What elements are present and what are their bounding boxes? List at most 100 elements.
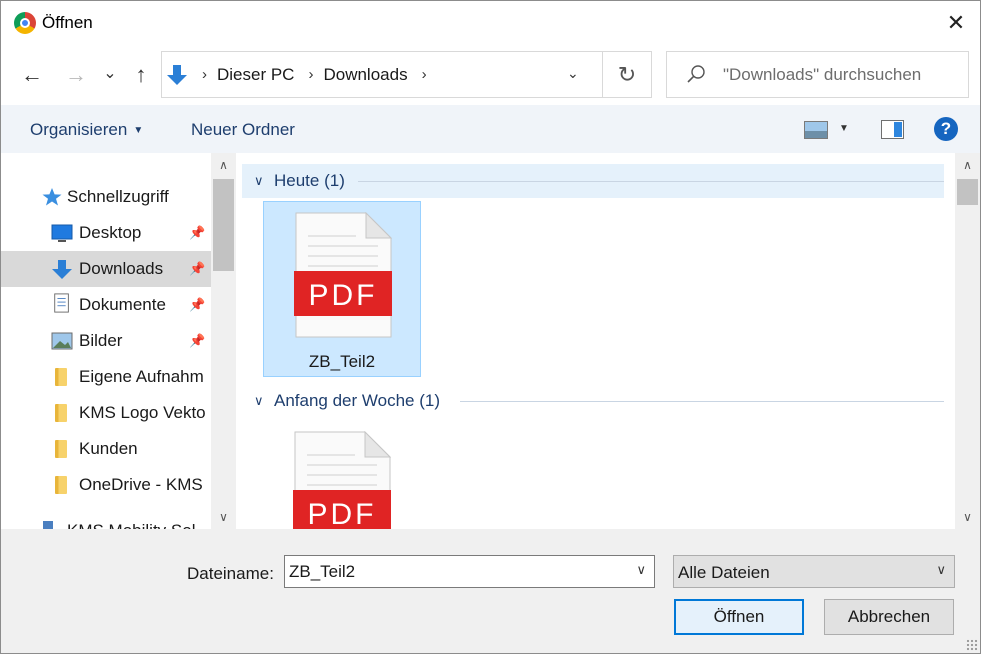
- search-input[interactable]: [723, 60, 963, 90]
- chevron-down-icon: ∨: [254, 393, 264, 408]
- command-toolbar: Organisieren ▼ Neuer Ordner ▼ ?: [1, 105, 980, 153]
- breadcrumb: › Dieser PC › Downloads ›: [162, 52, 437, 97]
- address-divider: [602, 52, 603, 97]
- breadcrumb-separator-icon[interactable]: ›: [308, 66, 313, 83]
- title-bar: Öffnen ✕: [1, 1, 980, 45]
- pdf-badge-text: PDF: [309, 279, 378, 312]
- organize-menu-button[interactable]: Organisieren ▼: [30, 120, 143, 140]
- address-bar[interactable]: › Dieser PC › Downloads › ⌄ ↻: [161, 51, 652, 98]
- search-box[interactable]: [666, 51, 969, 98]
- view-options-caret-icon[interactable]: ▼: [839, 123, 849, 134]
- chevron-down-icon: ∨: [254, 173, 264, 188]
- forward-button[interactable]: →: [63, 61, 89, 89]
- breadcrumb-separator-icon[interactable]: ›: [202, 66, 207, 83]
- downloads-icon: [166, 63, 188, 87]
- navigation-pane: Schnellzugriff Desktop 📌 Downloads 📌 Dok…: [1, 153, 237, 529]
- search-icon: [687, 65, 705, 83]
- chevron-down-icon: ∨: [936, 562, 946, 577]
- open-file-dialog: Öffnen ✕ ← → ⌄ ↑ › Dieser PC › Downloads…: [0, 0, 981, 654]
- group-divider: [460, 401, 944, 402]
- sidebar-item-quick-access[interactable]: Schnellzugriff: [1, 179, 211, 215]
- building-icon: [43, 521, 53, 529]
- recent-locations-button[interactable]: ⌄: [101, 59, 119, 87]
- folder-icon: [55, 440, 67, 458]
- desktop-icon: [51, 224, 73, 242]
- help-button[interactable]: ?: [934, 117, 958, 141]
- filetype-select[interactable]: Alle Dateien ∨: [673, 555, 955, 588]
- pdf-file-icon: PDF: [293, 431, 391, 529]
- sidebar-item-kms-mobility[interactable]: KMS Mobility Sol: [1, 513, 211, 529]
- folder-icon: [55, 368, 67, 386]
- scrollbar-thumb[interactable]: [957, 179, 978, 205]
- filename-combobox[interactable]: ∨: [284, 555, 655, 588]
- close-button[interactable]: ✕: [933, 3, 979, 43]
- chevron-down-icon[interactable]: ∨: [636, 562, 646, 578]
- group-header-today[interactable]: ∨ Heute (1): [242, 164, 944, 198]
- sidebar-item-label: Eigene Aufnahm: [79, 367, 204, 386]
- scroll-down-icon[interactable]: ∨: [211, 507, 236, 527]
- footer-panel: Dateiname: ∨ Alle Dateien ∨ Öffnen Abbre…: [1, 529, 980, 653]
- breadcrumb-this-pc[interactable]: Dieser PC: [217, 65, 294, 85]
- star-icon: [42, 188, 62, 206]
- file-list-scrollbar[interactable]: ∧ ∨: [955, 153, 980, 529]
- change-view-icon[interactable]: [804, 121, 828, 139]
- pin-icon: 📌: [189, 261, 206, 276]
- up-button[interactable]: ↑: [129, 61, 153, 89]
- dialog-title: Öffnen: [42, 13, 93, 32]
- caret-down-icon: ▼: [133, 125, 144, 136]
- chrome-icon: [14, 12, 36, 34]
- scrollbar-thumb[interactable]: [213, 179, 234, 271]
- pdf-badge-text: PDF: [308, 498, 377, 529]
- group-divider: [358, 181, 944, 182]
- pictures-icon: [51, 332, 73, 350]
- refresh-button[interactable]: ↻: [612, 60, 642, 90]
- sidebar-item-label: KMS Logo Vekto: [79, 403, 206, 422]
- group-header-start-of-week[interactable]: ∨ Anfang der Woche (1): [242, 384, 944, 418]
- cancel-button[interactable]: Abbrechen: [824, 599, 954, 635]
- file-item[interactable]: PDF ZB_Teil2: [263, 201, 421, 377]
- sidebar-item-downloads[interactable]: Downloads 📌: [1, 251, 211, 287]
- breadcrumb-downloads[interactable]: Downloads: [323, 65, 407, 85]
- organize-label: Organisieren: [30, 120, 128, 139]
- back-button[interactable]: ←: [19, 61, 45, 89]
- sidebar-item-label: Downloads: [79, 259, 164, 278]
- resize-grip-icon[interactable]: [966, 639, 978, 651]
- documents-icon: [54, 293, 69, 313]
- folder-icon: [55, 404, 67, 422]
- sidebar-item-label: Schnellzugriff: [67, 187, 169, 206]
- folder-icon: [55, 476, 67, 494]
- sidebar-scrollbar[interactable]: ∧ ∨: [211, 153, 236, 529]
- new-folder-button[interactable]: Neuer Ordner: [191, 120, 295, 140]
- open-button[interactable]: Öffnen: [674, 599, 804, 635]
- sidebar-item-pictures[interactable]: Bilder 📌: [1, 323, 211, 359]
- sidebar-item-label: Bilder: [79, 331, 123, 350]
- sidebar-item-desktop[interactable]: Desktop 📌: [1, 215, 211, 251]
- sidebar-item-documents[interactable]: Dokumente 📌: [1, 287, 211, 323]
- pin-icon: 📌: [189, 297, 206, 312]
- sidebar-item-label: Desktop: [79, 223, 142, 242]
- file-list: ∨ Heute (1) PDF ZB_Teil2 ∨ Anfang der Wo…: [237, 153, 955, 529]
- pdf-file-icon: PDF: [294, 212, 392, 338]
- address-history-dropdown-icon[interactable]: ⌄: [567, 65, 579, 82]
- group-label: Heute (1): [274, 171, 345, 190]
- group-label: Anfang der Woche (1): [274, 391, 440, 410]
- sidebar-item-label: OneDrive - KMS: [79, 475, 203, 494]
- file-item[interactable]: PDF: [263, 421, 421, 529]
- filename-field[interactable]: [289, 560, 619, 584]
- scroll-down-icon[interactable]: ∨: [955, 507, 980, 527]
- preview-pane-button[interactable]: [881, 120, 904, 139]
- scroll-up-icon[interactable]: ∧: [955, 155, 980, 175]
- filename-label: Dateiname:: [187, 564, 274, 583]
- sidebar-item-onedrive[interactable]: OneDrive - KMS: [1, 467, 211, 503]
- navigation-row: ← → ⌄ ↑ › Dieser PC › Downloads › ⌄ ↻: [1, 45, 980, 105]
- downloads-icon: [52, 260, 72, 279]
- sidebar-item-label: Kunden: [79, 439, 138, 458]
- sidebar-item-eigene-aufnahmen[interactable]: Eigene Aufnahm: [1, 359, 211, 395]
- scroll-up-icon[interactable]: ∧: [211, 155, 236, 175]
- pin-icon: 📌: [189, 333, 206, 348]
- sidebar-item-label: KMS Mobility Sol: [67, 521, 195, 529]
- sidebar-item-kms-logo[interactable]: KMS Logo Vekto: [1, 395, 211, 431]
- sidebar-item-kunden[interactable]: Kunden: [1, 431, 211, 467]
- pin-icon: 📌: [189, 225, 206, 240]
- breadcrumb-separator-icon[interactable]: ›: [422, 66, 427, 83]
